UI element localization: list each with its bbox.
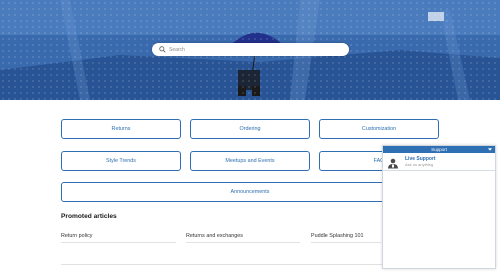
category-style-trends[interactable]: Style Trends bbox=[61, 151, 181, 171]
collapse-icon[interactable] bbox=[488, 148, 492, 152]
category-ordering[interactable]: Ordering bbox=[190, 119, 310, 139]
support-widget-title: Support bbox=[431, 146, 447, 152]
agent-name: Live Support bbox=[405, 155, 436, 162]
promoted-articles-title: Promoted articles bbox=[61, 213, 117, 220]
category-label: Returns bbox=[111, 126, 131, 132]
article-divider bbox=[311, 242, 381, 243]
search-input[interactable] bbox=[169, 46, 339, 53]
promoted-article-link[interactable]: Return policy bbox=[61, 233, 92, 239]
category-customization[interactable]: Customization bbox=[319, 119, 439, 139]
promoted-article-link[interactable]: Puddle Splashing 101 bbox=[311, 233, 363, 239]
live-support-row[interactable]: Live Support Ask us anything bbox=[383, 153, 495, 171]
category-meetups-events[interactable]: Meetups and Events bbox=[190, 151, 310, 171]
category-label: Ordering bbox=[239, 126, 261, 132]
category-label: Meetups and Events bbox=[225, 158, 275, 164]
search-bar[interactable] bbox=[152, 43, 349, 56]
hero-banner bbox=[0, 0, 500, 100]
category-label: Style Trends bbox=[106, 158, 136, 164]
category-returns[interactable]: Returns bbox=[61, 119, 181, 139]
support-widget[interactable]: Support Live Support Ask us anything bbox=[382, 145, 496, 269]
category-label: Announcements bbox=[230, 189, 270, 195]
article-divider bbox=[61, 242, 176, 243]
support-agent-icon bbox=[387, 156, 399, 169]
category-label: Customization bbox=[361, 126, 397, 132]
support-widget-header[interactable]: Support bbox=[383, 146, 495, 153]
agent-subtitle: Ask us anything bbox=[405, 162, 434, 167]
search-icon bbox=[156, 43, 168, 56]
article-divider bbox=[186, 242, 300, 243]
promoted-article-link[interactable]: Returns and exchanges bbox=[186, 233, 243, 239]
